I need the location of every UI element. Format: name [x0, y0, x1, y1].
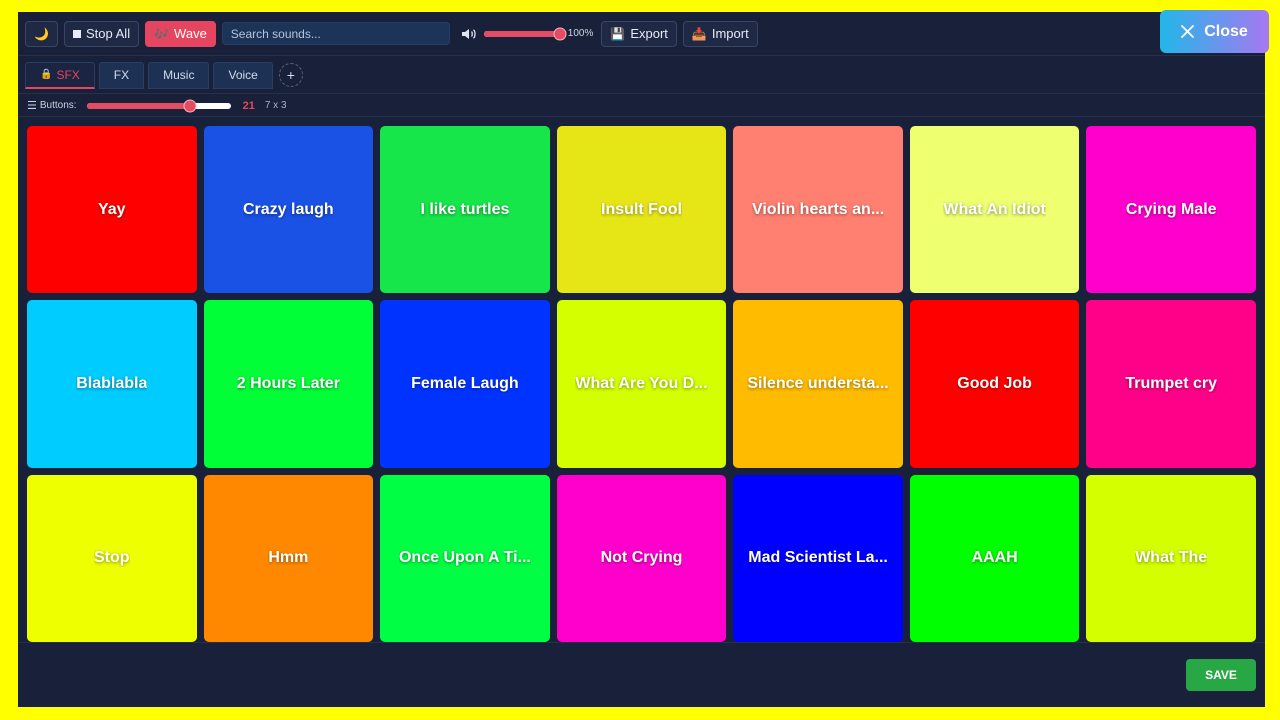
search-input[interactable] — [221, 22, 450, 45]
sound-pad[interactable]: Yay — [27, 126, 197, 294]
grid-dimensions: 7 x 3 — [264, 100, 287, 111]
sound-pad-label: Trumpet cry — [1125, 374, 1217, 392]
sound-pad[interactable]: I like turtles — [380, 126, 550, 294]
tab-music[interactable]: Music — [148, 61, 210, 89]
sound-pad[interactable]: Trumpet cry — [1086, 300, 1256, 468]
sound-pad[interactable]: What The — [1086, 474, 1256, 642]
buttons-count-value: 21 — [242, 99, 255, 112]
buttons-count-slider[interactable] — [86, 99, 231, 112]
close-button[interactable]: Close — [1160, 10, 1269, 53]
theme-toggle-button[interactable]: 🌙 — [25, 20, 58, 47]
sound-pad-label: Female Laugh — [411, 374, 519, 392]
volume-slider-thumb[interactable] — [553, 27, 567, 40]
add-tab-button[interactable]: + — [278, 63, 303, 87]
sound-pad[interactable]: Insult Fool — [556, 126, 727, 294]
sound-pad-label: Mad Scientist La... — [748, 549, 888, 567]
tab-label: Music — [163, 68, 195, 82]
stop-all-label: Stop All — [86, 26, 131, 41]
tab-fx[interactable]: FX — [98, 61, 145, 89]
import-label: Import — [711, 26, 749, 41]
sound-pad-label: Not Crying — [600, 549, 683, 567]
sound-pad[interactable]: Once Upon A Ti... — [380, 474, 550, 642]
tab-label: Voice — [228, 68, 258, 82]
tab-sfx[interactable]: 🔒 SFX — [25, 61, 95, 89]
sound-pad-label: Stop — [94, 549, 130, 567]
footer: SAVE — [18, 642, 1265, 707]
volume-slider-fill — [483, 30, 560, 37]
sound-pad-label: What The — [1135, 549, 1208, 567]
export-button[interactable]: 💾 Export — [601, 20, 677, 47]
stop-icon — [73, 29, 81, 38]
sound-pad-label: I like turtles — [420, 200, 510, 218]
sound-pad[interactable]: What Are You D... — [556, 300, 727, 468]
grid-icon: ☰ — [27, 100, 37, 112]
category-tabs: 🔒 SFX FX Music Voice + — [18, 57, 1265, 94]
sound-pad-label: Silence understa... — [747, 374, 889, 392]
tab-label: FX — [113, 68, 130, 82]
sound-pad-label: Yay — [97, 200, 126, 218]
sound-pad-label: AAAH — [971, 549, 1018, 567]
sound-pad-grid: Yay Crazy laugh I like turtles Insult Fool V… — [27, 126, 1256, 642]
sound-pad[interactable]: Stop — [27, 474, 197, 642]
speaker-icon — [460, 25, 478, 43]
sound-pad-label: Blablabla — [76, 374, 148, 392]
soundboard-app: 🌙 Stop All 🎶 Wave 100% 💾 Export — [18, 12, 1265, 707]
sound-pad[interactable]: 2 Hours Later — [203, 300, 374, 468]
sound-pad-label: Violin hearts an... — [751, 200, 885, 218]
inbox-tray-icon: 📥 — [691, 26, 707, 41]
sound-pad-label: Good Job — [957, 374, 1032, 392]
wave-button[interactable]: 🎶 Wave — [145, 20, 216, 47]
plus-icon: + — [286, 67, 295, 83]
moon-icon: 🌙 — [34, 26, 49, 41]
sound-pad[interactable]: Violin hearts an... — [733, 126, 903, 294]
sound-pad[interactable]: Blablabla — [27, 300, 197, 468]
sound-pad[interactable]: Mad Scientist La... — [733, 474, 903, 642]
sound-pad-label: Crying Male — [1125, 200, 1217, 218]
import-button[interactable]: 📥 Import — [682, 20, 758, 47]
sound-pad[interactable]: Crying Male — [1086, 126, 1256, 294]
floppy-disk-icon: 💾 — [610, 26, 626, 41]
sound-pad[interactable]: AAAH — [909, 474, 1080, 642]
tab-voice[interactable]: Voice — [213, 61, 273, 89]
volume-percent: 100% — [567, 28, 594, 39]
tab-label: SFX — [56, 67, 80, 82]
close-icon — [1181, 25, 1195, 38]
close-label: Close — [1204, 22, 1248, 40]
buttons-count-slider-fill — [86, 102, 191, 109]
sound-pad[interactable]: Silence understa... — [733, 300, 903, 468]
buttons-count-label: Buttons: — [39, 100, 77, 111]
sound-pad-label: What Are You D... — [575, 374, 708, 392]
sound-pad[interactable]: Female Laugh — [380, 300, 550, 468]
volume-slider[interactable] — [483, 27, 567, 40]
buttons-count-slider-thumb[interactable] — [183, 99, 197, 112]
export-label: Export — [630, 26, 668, 41]
sound-pad-label: Insult Fool — [601, 200, 682, 218]
sound-pad[interactable]: Crazy laugh — [203, 126, 374, 294]
sound-pad-label: Once Upon A Ti... — [398, 549, 531, 567]
sound-pad[interactable]: What An Idiot — [909, 126, 1080, 294]
sound-pad-label: Crazy laugh — [243, 200, 334, 218]
stop-all-button[interactable]: Stop All — [64, 20, 140, 47]
music-notes-icon: 🎶 — [154, 26, 170, 41]
sound-pad-label: Hmm — [268, 549, 309, 567]
sound-pad[interactable]: Hmm — [203, 474, 374, 642]
toolbar: 🌙 Stop All 🎶 Wave 100% 💾 Export — [18, 12, 1265, 56]
save-button[interactable]: SAVE — [1186, 659, 1256, 691]
wave-label: Wave — [174, 26, 207, 41]
lock-icon: 🔒 — [40, 68, 53, 80]
sound-pad[interactable]: Not Crying — [556, 474, 727, 642]
sound-pad[interactable]: Good Job — [909, 300, 1080, 468]
sound-pad-label: What An Idiot — [943, 200, 1046, 218]
sound-pad-label: 2 Hours Later — [236, 374, 340, 392]
buttons-count-bar: ☰ Buttons: 21 7 x 3 — [18, 95, 1265, 117]
